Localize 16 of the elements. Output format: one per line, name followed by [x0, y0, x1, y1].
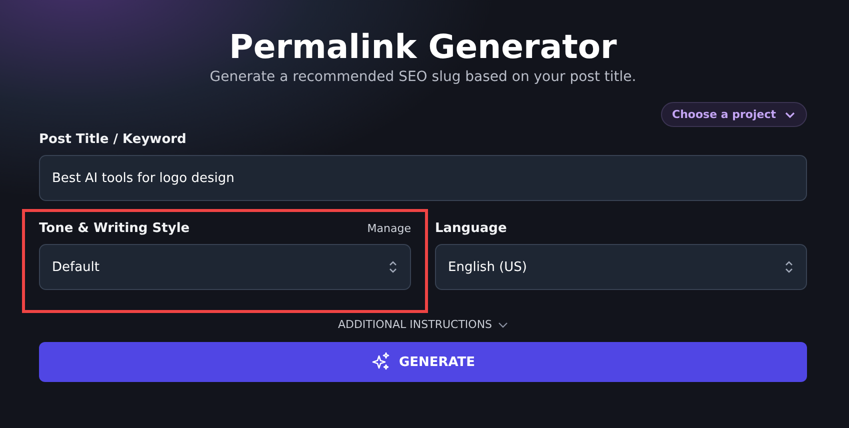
post-title-field[interactable]: Best AI tools for logo design [39, 155, 807, 201]
field-label: Post Title / Keyword [39, 132, 188, 147]
additional-instructions-toggle[interactable]: ADDITIONAL INSTRUCTIONS [338, 318, 508, 331]
language-select[interactable]: English (US) [435, 244, 807, 290]
generate-button[interactable]: GENERATE [39, 342, 807, 382]
field-label: Tone & Writing Style [39, 221, 190, 236]
chevron-icon [498, 320, 508, 330]
page-title: Permalink Generator [228, 27, 618, 67]
tone-select[interactable]: Default [39, 244, 411, 290]
manage-link[interactable]: Manage [367, 222, 411, 235]
up-down-chevron-icon [784, 260, 794, 274]
up-down-chevron-icon [388, 260, 398, 274]
page-subtitle: Generate a recommended SEO slug based on your post title. [208, 69, 638, 85]
project-dropdown[interactable]: Choose a project [661, 102, 807, 127]
field-label: Language [435, 221, 507, 236]
sparkles-icon [370, 352, 391, 372]
